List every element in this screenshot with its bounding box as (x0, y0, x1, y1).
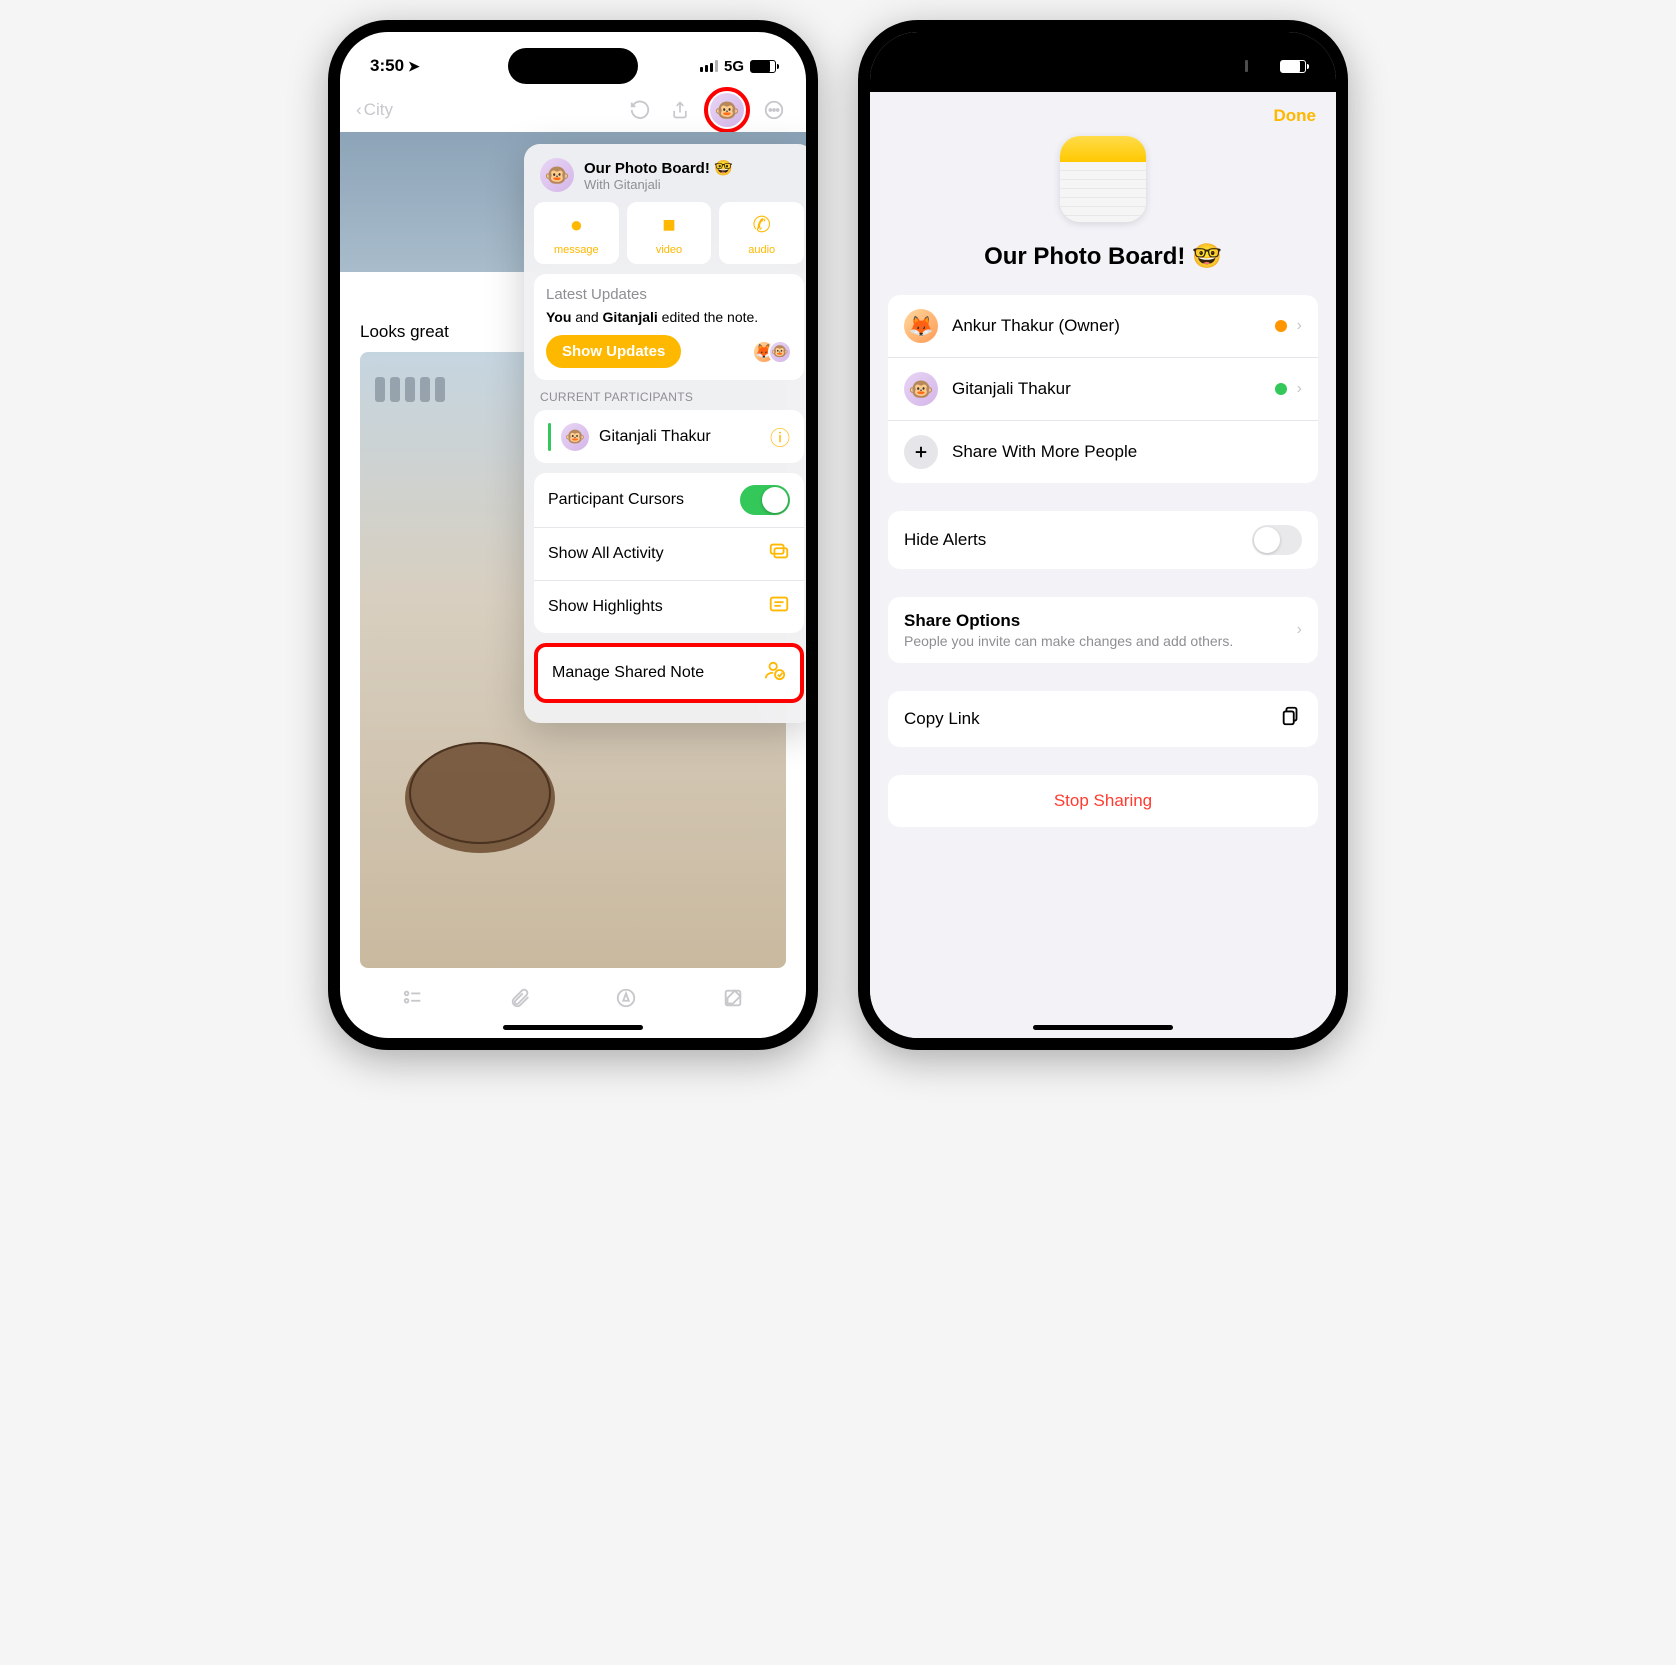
collaborator-button-highlight: 🐵 (704, 87, 750, 133)
attachment-icon[interactable] (509, 987, 531, 1015)
person-name: Gitanjali Thakur (952, 379, 1275, 399)
location-icon: ➤ (408, 58, 420, 75)
info-icon[interactable]: ⓘ (770, 422, 790, 451)
manage-sheet: Done Our Photo Board! 🤓 🦊 Ankur Thakur (… (870, 92, 1336, 1038)
sheet-title: Our Photo Board! 🤓 (870, 242, 1336, 295)
dynamic-island (1038, 48, 1168, 84)
chevron-right-icon: › (1297, 621, 1302, 639)
share-button[interactable] (664, 94, 696, 126)
updates-heading: Latest Updates (546, 286, 792, 303)
back-button[interactable]: ‹ City (356, 100, 393, 120)
video-icon: ■ (662, 212, 675, 238)
signal-icon (700, 60, 718, 72)
person-avatar-icon: 🐵 (904, 372, 938, 406)
status-dot (1275, 383, 1287, 395)
person-avatar-icon: 🦊 (904, 309, 938, 343)
back-label: City (364, 100, 393, 120)
battery-icon (750, 60, 776, 73)
note-toolbar: ‹ City 🐵 (340, 88, 806, 132)
phone-left: 3:50 ➤ 5G ‹ City 🐵 (328, 20, 818, 1050)
popover-avatar-icon: 🐵 (540, 158, 574, 192)
person-row[interactable]: 🐵 Gitanjali Thakur › (888, 358, 1318, 421)
share-more-label: Share With More People (952, 442, 1302, 462)
participant-avatar-icon: 🐵 (561, 423, 589, 451)
share-options-group: Share Options People you invite can make… (888, 597, 1318, 663)
checklist-icon[interactable] (402, 987, 424, 1015)
participant-cursors-row[interactable]: Participant Cursors (534, 473, 804, 528)
share-options-desc: People you invite can make changes and a… (904, 633, 1297, 649)
status-time: 3:50 (370, 56, 404, 76)
stop-sharing-button[interactable]: Stop Sharing (888, 775, 1318, 827)
hide-alerts-toggle[interactable] (1252, 525, 1302, 555)
participant-row[interactable]: 🐵 Gitanjali Thakur ⓘ (534, 410, 804, 463)
updates-card: Latest Updates You and Gitanjali edited … (534, 274, 804, 380)
notes-app-icon (1060, 136, 1146, 222)
chevron-left-icon: ‹ (356, 100, 362, 120)
hide-alerts-row[interactable]: Hide Alerts (888, 511, 1318, 569)
chevron-right-icon: › (1297, 317, 1302, 335)
updates-text: You and Gitanjali edited the note. (546, 309, 792, 325)
people-group: 🦊 Ankur Thakur (Owner) › 🐵 Gitanjali Tha… (888, 295, 1318, 483)
dynamic-island (508, 48, 638, 84)
share-options-row[interactable]: Share Options People you invite can make… (888, 597, 1318, 663)
participants-section-label: CURRENT PARTICIPANTS (534, 390, 804, 410)
show-activity-row[interactable]: Show All Activity (534, 528, 804, 581)
collaborator-button[interactable]: 🐵 (710, 93, 744, 127)
popover-title: Our Photo Board! 🤓 (584, 159, 733, 177)
share-more-row[interactable]: Share With More People (888, 421, 1318, 483)
chevron-right-icon: › (1297, 380, 1302, 398)
hide-alerts-group: Hide Alerts (888, 511, 1318, 569)
show-highlights-row[interactable]: Show Highlights (534, 581, 804, 633)
cursors-toggle[interactable] (740, 485, 790, 515)
share-options-title: Share Options (904, 611, 1297, 631)
updates-avatars: 🦊🐵 (760, 340, 792, 364)
battery-icon (1280, 60, 1306, 73)
phone-right: 3:50 ➤ 5G Done Our Photo Board! 🤓 (858, 20, 1348, 1050)
manage-shared-note-highlight: Manage Shared Note (534, 643, 804, 703)
compose-icon[interactable] (722, 987, 744, 1015)
plus-icon (904, 435, 938, 469)
presence-indicator (548, 423, 551, 451)
copy-link-group: Copy Link (888, 691, 1318, 747)
manage-icon (764, 659, 786, 687)
status-dot (1275, 320, 1287, 332)
network-label: 5G (724, 58, 744, 75)
message-icon: ● (570, 212, 583, 238)
undo-button[interactable] (624, 94, 656, 126)
video-button[interactable]: ■ video (627, 202, 712, 264)
copy-link-row[interactable]: Copy Link (888, 691, 1318, 747)
phone-icon: ✆ (752, 212, 770, 238)
note-text: Looks great (360, 322, 449, 342)
participant-name: Gitanjali Thakur (599, 428, 770, 446)
activity-icon (768, 540, 790, 568)
show-updates-button[interactable]: Show Updates (546, 335, 681, 368)
collaboration-popover: 🐵 Our Photo Board! 🤓 With Gitanjali ● me… (524, 144, 806, 723)
person-name: Ankur Thakur (Owner) (952, 316, 1275, 336)
person-row-owner[interactable]: 🦊 Ankur Thakur (Owner) › (888, 295, 1318, 358)
highlights-icon (768, 593, 790, 621)
copy-icon (1280, 705, 1302, 733)
home-indicator[interactable] (503, 1025, 643, 1030)
home-indicator[interactable] (1033, 1025, 1173, 1030)
stop-sharing-group: Stop Sharing (888, 775, 1318, 827)
manage-shared-note-row[interactable]: Manage Shared Note (538, 647, 800, 699)
message-button[interactable]: ● message (534, 202, 619, 264)
popover-subtitle: With Gitanjali (584, 177, 733, 192)
audio-button[interactable]: ✆ audio (719, 202, 804, 264)
more-button[interactable] (758, 94, 790, 126)
done-button[interactable]: Done (1274, 106, 1317, 126)
markup-icon[interactable] (615, 987, 637, 1015)
